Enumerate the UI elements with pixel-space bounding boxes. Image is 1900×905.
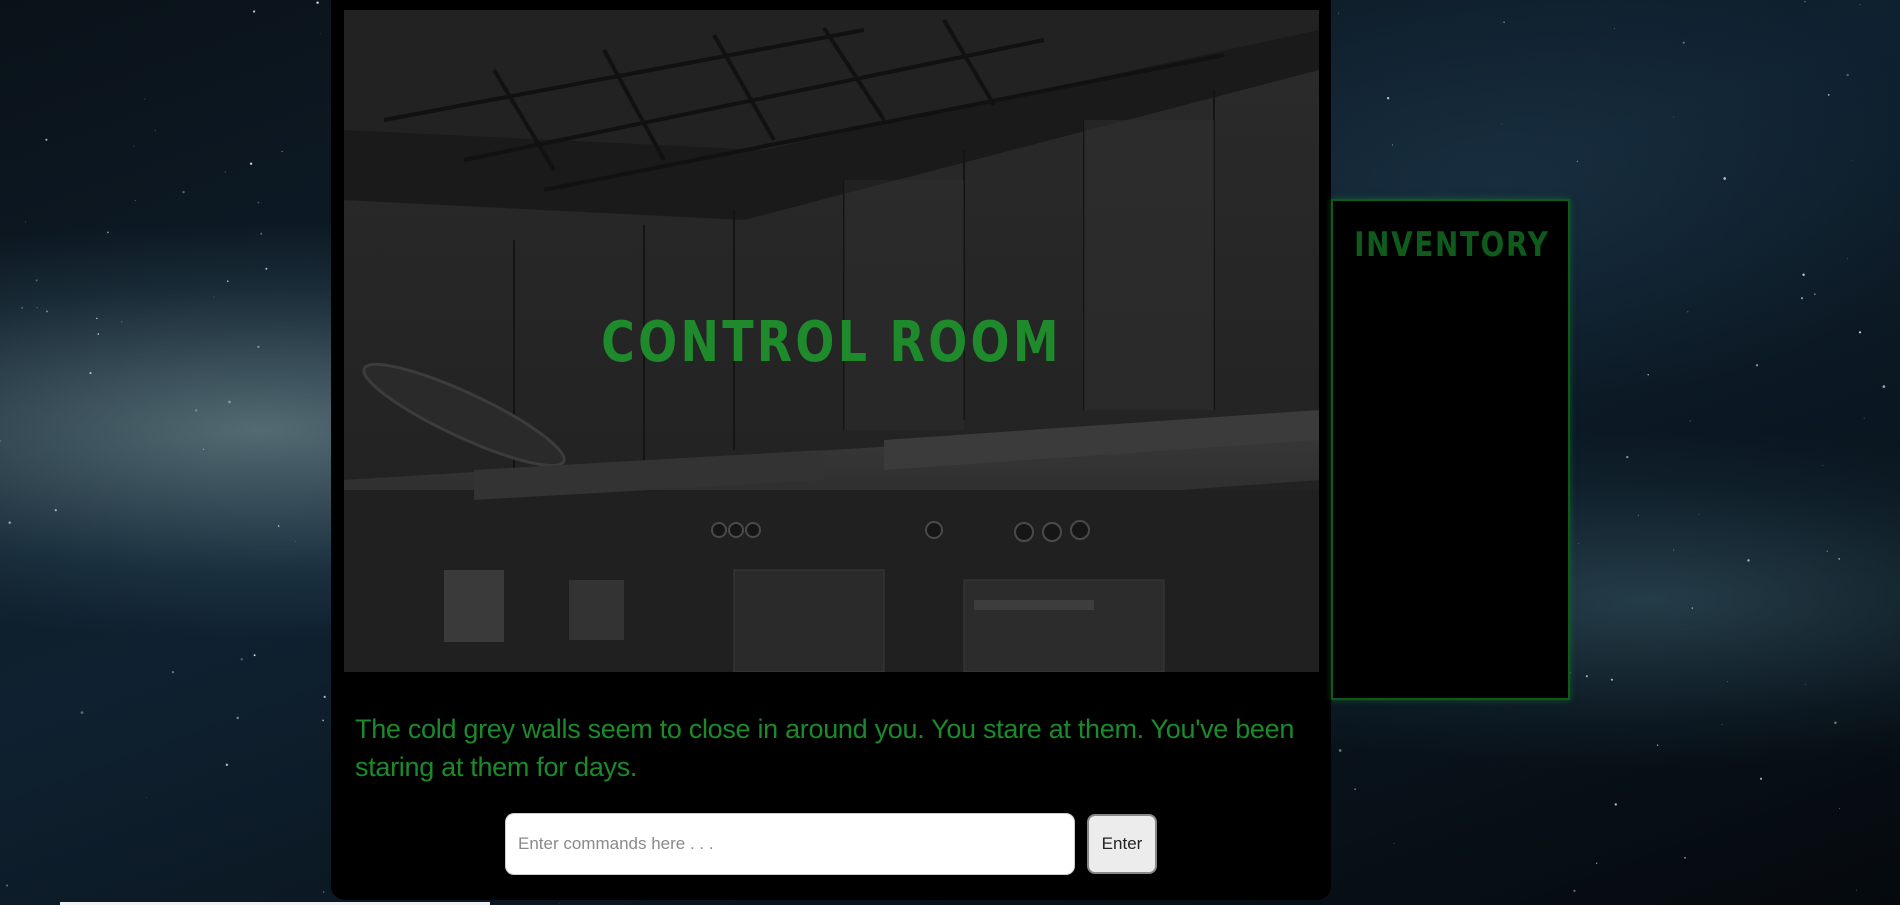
game-panel: CONTROL ROOM The cold grey walls seem to… — [331, 0, 1331, 900]
room-title: CONTROL ROOM — [601, 310, 1062, 375]
command-input[interactable] — [505, 813, 1075, 875]
enter-button[interactable]: Enter — [1087, 814, 1157, 874]
starfield-background: CONTROL ROOM The cold grey walls seem to… — [0, 0, 1900, 905]
inventory-title: INVENTORY — [1354, 225, 1550, 265]
scene-image: CONTROL ROOM — [344, 10, 1319, 672]
room-description: The cold grey walls seem to close in aro… — [355, 714, 1295, 782]
inventory-panel: INVENTORY — [1331, 199, 1570, 700]
